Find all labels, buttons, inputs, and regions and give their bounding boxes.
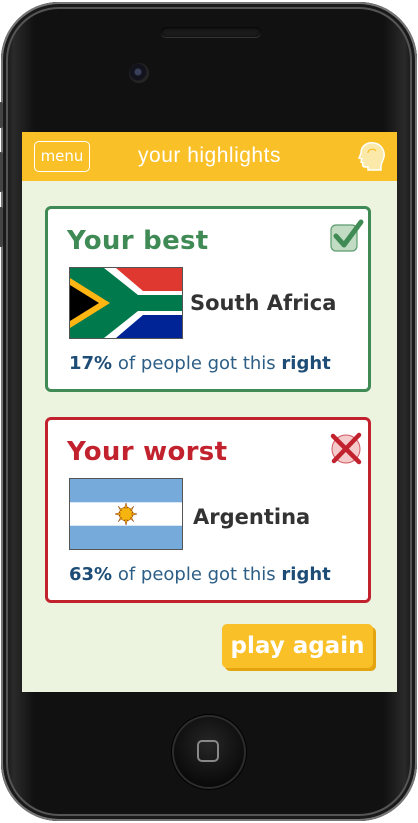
head-icon — [358, 142, 385, 171]
best-card: Your best South Africa 17% of people got… — [45, 206, 371, 392]
best-stat: 17% of people got this right — [69, 353, 331, 374]
argentina-flag — [69, 478, 183, 550]
south-africa-flag — [69, 267, 183, 339]
best-stat-text: of people got this — [112, 353, 282, 374]
mute-switch — [0, 102, 3, 128]
worst-percent: 63% — [69, 564, 113, 585]
best-percent: 17% — [69, 353, 113, 374]
home-button[interactable] — [172, 715, 246, 789]
play-again-button[interactable]: play again — [222, 624, 373, 668]
header-bar: menu your highlights — [22, 132, 397, 181]
front-camera — [129, 63, 149, 83]
home-square-icon — [197, 740, 219, 762]
worst-stat-right: right — [281, 564, 331, 585]
best-stat-right: right — [281, 353, 331, 374]
earpiece-speaker — [161, 27, 261, 37]
app-screen: menu your highlights Your best South Afr… — [22, 132, 397, 692]
worst-country-name: Argentina — [193, 505, 311, 529]
worst-card: Your worst Argentina 63% of people got t… — [45, 417, 371, 603]
volume-down-button — [0, 207, 3, 247]
worst-stat: 63% of people got this right — [69, 564, 331, 585]
volume-up-button — [0, 152, 3, 192]
worst-stat-text: of people got this — [112, 564, 282, 585]
checkmark-icon — [330, 219, 364, 252]
worst-title: Your worst — [67, 437, 228, 467]
page-title: your highlights — [138, 144, 281, 167]
best-country-name: South Africa — [190, 291, 337, 315]
cross-icon — [330, 432, 362, 465]
best-title: Your best — [67, 226, 209, 256]
